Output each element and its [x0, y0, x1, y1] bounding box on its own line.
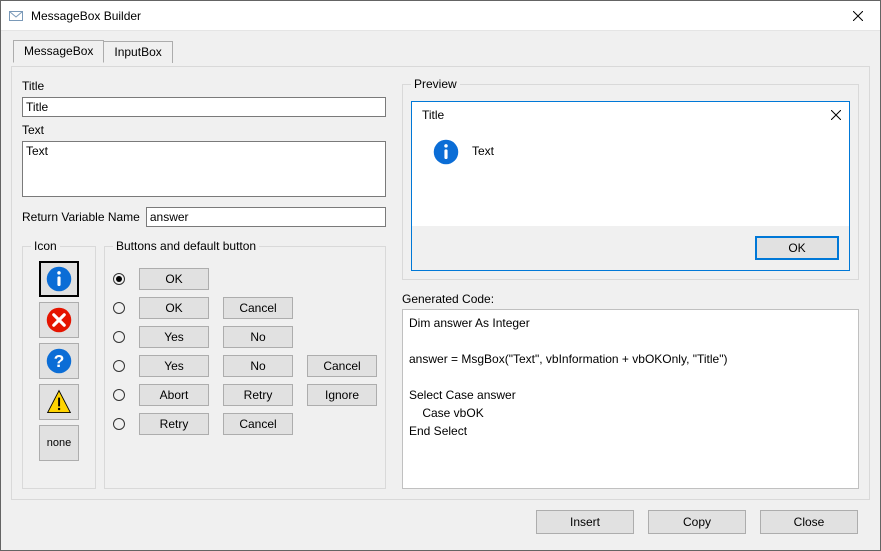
- icon-choice-question[interactable]: ?: [39, 343, 79, 379]
- radio-abortretryignore[interactable]: [113, 389, 125, 401]
- buttons-row-okcancel: OK Cancel: [113, 297, 377, 319]
- tab-messagebox[interactable]: MessageBox: [13, 40, 104, 63]
- icon-choice-none[interactable]: none: [39, 425, 79, 461]
- preview-body: Text: [412, 128, 849, 226]
- buttons-legend: Buttons and default button: [113, 239, 259, 253]
- left-column: Title Text Text Return Variable Name Ico…: [22, 77, 386, 489]
- icon-legend: Icon: [31, 239, 60, 253]
- icon-choice-information[interactable]: [39, 261, 79, 297]
- return-var-label: Return Variable Name: [22, 210, 140, 224]
- generated-code-section: Generated Code: Dim answer As Integer an…: [402, 292, 859, 489]
- exclamation-icon: [45, 388, 73, 416]
- tab-panel: Title Text Text Return Variable Name Ico…: [11, 66, 870, 500]
- question-icon: ?: [45, 347, 73, 375]
- preview-legend: Preview: [411, 77, 460, 91]
- preview-btn-cancel2[interactable]: Cancel: [307, 355, 377, 377]
- tab-inputbox[interactable]: InputBox: [103, 41, 172, 63]
- buttons-row-ok: OK: [113, 268, 377, 290]
- preview-btn-yes[interactable]: Yes: [139, 326, 209, 348]
- left-bottom: Icon: [22, 239, 386, 489]
- title-input[interactable]: [22, 97, 386, 117]
- preview-close-button[interactable]: [831, 110, 841, 120]
- close-button[interactable]: Close: [760, 510, 858, 534]
- window-title: MessageBox Builder: [31, 9, 835, 23]
- text-input[interactable]: Text: [22, 141, 386, 197]
- preview-titlebar: Title: [412, 102, 849, 128]
- icon-choice-exclamation[interactable]: [39, 384, 79, 420]
- radio-okcancel[interactable]: [113, 302, 125, 314]
- preview-btn-ignore[interactable]: Ignore: [307, 384, 377, 406]
- icon-fieldset: Icon: [22, 239, 96, 489]
- preview-btn-no[interactable]: No: [223, 326, 293, 348]
- buttons-row-yesnocancel: Yes No Cancel: [113, 355, 377, 377]
- preview-fieldset: Preview Title: [402, 77, 859, 280]
- buttons-row-yesno: Yes No: [113, 326, 377, 348]
- radio-okonly[interactable]: [113, 273, 125, 285]
- content-area: MessageBox InputBox Title Text Text Retu…: [1, 31, 880, 550]
- icon-choice-critical[interactable]: [39, 302, 79, 338]
- copy-button[interactable]: Copy: [648, 510, 746, 534]
- preview-msgbox: Title: [411, 101, 850, 271]
- window-close-button[interactable]: [835, 1, 880, 30]
- close-icon: [853, 11, 863, 21]
- preview-btn-no2[interactable]: No: [223, 355, 293, 377]
- app-icon: [8, 8, 24, 24]
- tabstrip: MessageBox InputBox: [13, 39, 870, 62]
- titlebar: MessageBox Builder: [1, 1, 880, 31]
- preview-title: Title: [422, 108, 831, 122]
- preview-btn-yes2[interactable]: Yes: [139, 355, 209, 377]
- preview-btn-cancel[interactable]: Cancel: [223, 297, 293, 319]
- right-column: Preview Title: [402, 77, 859, 489]
- text-label: Text: [22, 123, 386, 137]
- svg-text:?: ?: [54, 351, 65, 371]
- return-var-input[interactable]: [146, 207, 386, 227]
- radio-yesno[interactable]: [113, 331, 125, 343]
- preview-btn-ok[interactable]: OK: [139, 268, 209, 290]
- return-var-row: Return Variable Name: [22, 207, 386, 227]
- buttons-row-retrycancel: Retry Cancel: [113, 413, 377, 435]
- preview-btn-retry[interactable]: Retry: [223, 384, 293, 406]
- critical-icon: [45, 306, 73, 334]
- preview-btn-cancel3[interactable]: Cancel: [223, 413, 293, 435]
- preview-text: Text: [472, 138, 494, 158]
- preview-btn-ok2[interactable]: OK: [139, 297, 209, 319]
- information-icon: [432, 138, 460, 166]
- buttons-row-abortretryignore: Abort Retry Ignore: [113, 384, 377, 406]
- dialog-buttons: Insert Copy Close: [11, 504, 870, 544]
- buttons-fieldset: Buttons and default button OK OK Cancel: [104, 239, 386, 489]
- preview-footer: OK: [412, 226, 849, 270]
- information-icon: [45, 265, 73, 293]
- main-window: MessageBox Builder MessageBox InputBox T…: [0, 0, 881, 551]
- radio-retrycancel[interactable]: [113, 418, 125, 430]
- preview-btn-abort[interactable]: Abort: [139, 384, 209, 406]
- generated-code-label: Generated Code:: [402, 292, 859, 306]
- close-icon: [831, 110, 841, 120]
- generated-code-textarea[interactable]: Dim answer As Integer answer = MsgBox("T…: [402, 309, 859, 489]
- insert-button[interactable]: Insert: [536, 510, 634, 534]
- preview-ok-button[interactable]: OK: [755, 236, 839, 260]
- preview-btn-retry2[interactable]: Retry: [139, 413, 209, 435]
- radio-yesnocancel[interactable]: [113, 360, 125, 372]
- title-label: Title: [22, 79, 386, 93]
